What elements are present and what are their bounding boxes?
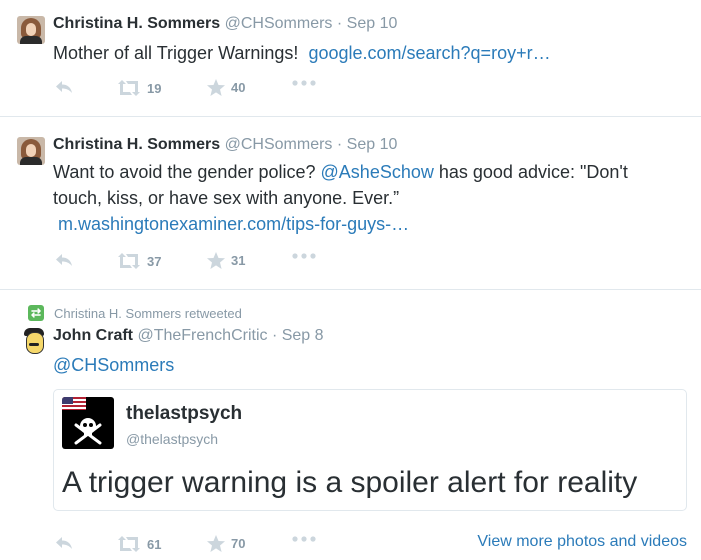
tweet-date[interactable]: Sep 10 bbox=[347, 15, 398, 32]
tweet-text: @CHSommers bbox=[53, 352, 671, 378]
more-button[interactable] bbox=[292, 252, 316, 260]
more-icon bbox=[292, 253, 316, 259]
favorite-button[interactable]: 31 bbox=[207, 252, 245, 269]
author-name[interactable]: John Craft bbox=[53, 327, 133, 344]
star-icon bbox=[207, 535, 225, 552]
retweet-button[interactable]: 37 bbox=[117, 252, 161, 270]
embedded-card[interactable]: thelastpsych @thelastpsych A trigger war… bbox=[53, 389, 687, 511]
favorite-count: 40 bbox=[231, 80, 246, 95]
skull-crossbones-icon bbox=[74, 418, 102, 445]
favorite-count: 31 bbox=[231, 253, 246, 268]
retweet-count: 19 bbox=[147, 80, 162, 96]
tweet-header: Christina H. Sommers @CHSommers · Sep 10 bbox=[53, 136, 397, 154]
separator-dot: · bbox=[271, 327, 278, 344]
retweet-count: 61 bbox=[147, 536, 162, 552]
tweet-body: Mother of all Trigger Warnings! bbox=[53, 43, 299, 63]
more-button[interactable] bbox=[292, 79, 316, 87]
tweet-link[interactable]: google.com/search?q=roy+r… bbox=[308, 43, 550, 63]
author-handle[interactable]: @TheFrenchCritic bbox=[137, 327, 267, 344]
tweet-header: John Craft @TheFrenchCritic · Sep 8 bbox=[53, 327, 324, 345]
favorite-button[interactable]: 70 bbox=[207, 535, 245, 552]
card-avatar[interactable] bbox=[62, 397, 114, 449]
avatar[interactable] bbox=[20, 327, 48, 355]
favorite-count: 70 bbox=[231, 536, 246, 551]
avatar[interactable] bbox=[17, 16, 45, 44]
card-text: A trigger warning is a spoiler alert for… bbox=[62, 466, 638, 499]
tweet-1[interactable]: Christina H. Sommers @CHSommers · Sep 10… bbox=[0, 0, 701, 117]
avatar[interactable] bbox=[17, 137, 45, 165]
reply-button[interactable] bbox=[55, 252, 73, 268]
author-handle[interactable]: @CHSommers bbox=[225, 136, 333, 153]
retweet-icon bbox=[118, 80, 140, 96]
tweet-header: Christina H. Sommers @CHSommers · Sep 10 bbox=[53, 15, 397, 33]
reply-button[interactable] bbox=[55, 535, 73, 551]
tweet-text: Mother of all Trigger Warnings! google.c… bbox=[53, 40, 671, 66]
view-more-media-link[interactable]: View more photos and videos bbox=[477, 533, 687, 551]
more-button[interactable] bbox=[292, 535, 316, 543]
reply-button[interactable] bbox=[55, 79, 73, 95]
more-icon bbox=[292, 80, 316, 86]
retweet-icon bbox=[118, 536, 140, 552]
mention-link[interactable]: @CHSommers bbox=[53, 355, 174, 375]
retweet-icon bbox=[118, 253, 140, 269]
separator-dot: · bbox=[336, 15, 343, 32]
tweet-date[interactable]: Sep 8 bbox=[282, 327, 324, 344]
tweet-text: Want to avoid the gender police? @AsheSc… bbox=[53, 159, 671, 237]
author-name[interactable]: Christina H. Sommers bbox=[53, 15, 220, 32]
retweet-context-label[interactable]: Christina H. Sommers retweeted bbox=[54, 306, 242, 321]
tweet-link[interactable]: m.washingtonexaminer.com/tips-for-guys-… bbox=[58, 214, 409, 234]
star-icon bbox=[207, 79, 225, 96]
reply-icon bbox=[56, 254, 72, 266]
retweet-button[interactable]: 61 bbox=[117, 535, 161, 553]
tweet-2[interactable]: Christina H. Sommers @CHSommers · Sep 10… bbox=[0, 117, 701, 290]
author-name[interactable]: Christina H. Sommers bbox=[53, 136, 220, 153]
star-icon bbox=[207, 252, 225, 269]
tweet-body: Want to avoid the gender police? bbox=[53, 162, 316, 182]
retweet-button[interactable]: 19 bbox=[117, 79, 161, 97]
author-handle[interactable]: @CHSommers bbox=[225, 15, 333, 32]
reply-icon bbox=[56, 537, 72, 549]
card-author-name[interactable]: thelastpsych bbox=[126, 403, 242, 425]
mention-link[interactable]: @AsheSchow bbox=[321, 162, 434, 182]
tweet-date[interactable]: Sep 10 bbox=[347, 136, 398, 153]
retweet-badge-icon: ⇄ bbox=[28, 305, 44, 321]
separator-dot: · bbox=[336, 136, 343, 153]
favorite-button[interactable]: 40 bbox=[207, 79, 245, 96]
more-icon bbox=[292, 536, 316, 542]
retweet-count: 37 bbox=[147, 253, 162, 269]
card-author-handle[interactable]: @thelastpsych bbox=[126, 431, 218, 447]
reply-icon bbox=[56, 81, 72, 93]
